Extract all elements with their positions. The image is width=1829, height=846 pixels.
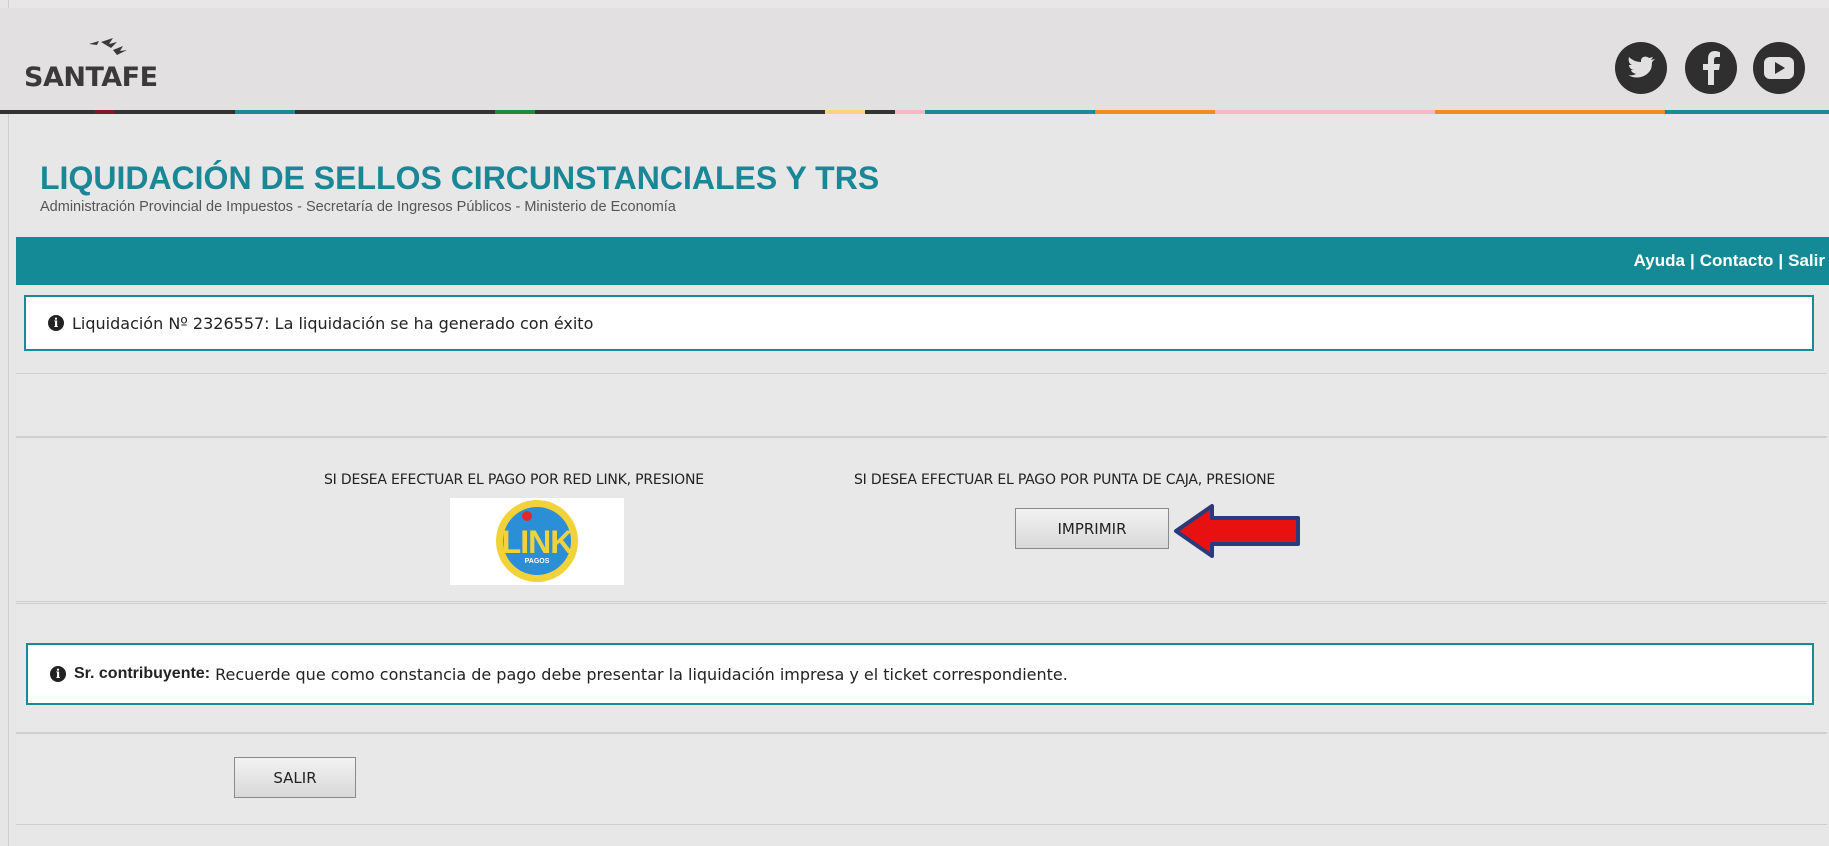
stripe-segment [1665, 110, 1829, 114]
site-header: SANTAFE [0, 8, 1829, 112]
stripe-segment [825, 110, 865, 114]
info-icon: i [50, 666, 66, 682]
logo-birds-icon [89, 38, 127, 55]
stripe-segment [115, 110, 235, 114]
stripe-segment [925, 110, 1095, 114]
success-alert-text: Liquidación Nº 2326557: La liquidación s… [72, 313, 594, 333]
exit-button[interactable]: SALIR [234, 757, 356, 798]
stripe-segment [865, 110, 895, 114]
stripe-segment [495, 110, 535, 114]
youtube-icon[interactable] [1752, 41, 1806, 95]
link-logo-text: LINK [501, 524, 574, 560]
facebook-icon[interactable] [1684, 41, 1738, 95]
link-payment-label: SI DESEA EFECTUAR EL PAGO POR RED LINK, … [324, 472, 704, 488]
taxpayer-notice: i Sr. contribuyente: Recuerde que como c… [26, 643, 1814, 705]
empty-band [16, 373, 1827, 437]
stripe-segment [1095, 110, 1215, 114]
stripe-segment [295, 110, 495, 114]
stripe-segment [1435, 110, 1665, 114]
notice-bold-label: Sr. contribuyente: [74, 665, 211, 682]
santafe-logo[interactable]: SANTAFE [24, 62, 158, 93]
notice-text: Recuerde que como constancia de pago deb… [210, 664, 1068, 684]
nav-links: Ayuda | Contacto | Salir [1634, 251, 1825, 271]
logo-text: SANTAFE [24, 62, 158, 93]
link-logo-sub: PAGOS [524, 558, 550, 565]
payment-section [16, 437, 1827, 602]
success-alert: i Liquidación Nº 2326557: La liquidación… [24, 295, 1814, 351]
cash-payment-label: SI DESEA EFECTUAR EL PAGO POR PUNTA DE C… [854, 472, 1276, 488]
nav-bar: Ayuda | Contacto | Salir [16, 237, 1829, 285]
stripe-segment [1215, 110, 1435, 114]
link-pagos-button[interactable]: LINK PAGOS [450, 498, 624, 585]
stripe-segment [95, 110, 115, 114]
print-button[interactable]: IMPRIMIR [1015, 508, 1169, 549]
red-arrow-icon [1174, 504, 1300, 558]
contact-link[interactable]: Contacto [1700, 251, 1774, 270]
twitter-icon[interactable] [1614, 41, 1668, 95]
nav-separator: | [1689, 251, 1695, 270]
stripe-segment [535, 110, 825, 114]
nav-separator: | [1778, 251, 1784, 270]
title-block: LIQUIDACIÓN DE SELLOS CIRCUNSTANCIALES Y… [40, 160, 879, 215]
exit-link[interactable]: Salir [1788, 251, 1825, 270]
page-title: LIQUIDACIÓN DE SELLOS CIRCUNSTANCIALES Y… [40, 160, 880, 196]
stripe-segment [235, 110, 295, 114]
page-subtitle: Administración Provincial de Impuestos -… [40, 199, 676, 215]
info-icon: i [48, 315, 64, 331]
help-link[interactable]: Ayuda [1634, 251, 1685, 270]
stripe-segment [895, 110, 925, 114]
stripe-segment [0, 110, 95, 114]
color-stripe [0, 110, 1829, 114]
